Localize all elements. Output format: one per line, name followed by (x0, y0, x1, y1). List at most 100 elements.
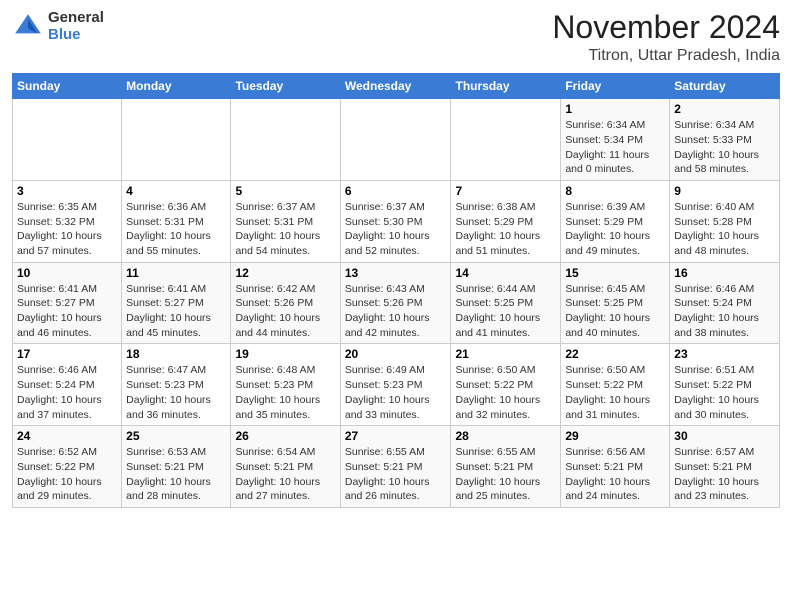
day-info: Sunrise: 6:50 AMSunset: 5:22 PMDaylight:… (455, 363, 556, 422)
calendar-week-row: 17 Sunrise: 6:46 AMSunset: 5:24 PMDayligh… (13, 344, 780, 426)
calendar-cell: 5Sunrise: 6:37 AMSunset: 5:31 PMDaylight… (231, 180, 340, 262)
day-info: Sunrise: 6:35 AMSunset: 5:32 PMDaylight:… (17, 200, 117, 259)
day-info: Sunrise: 6:55 AMSunset: 5:21 PMDaylight:… (455, 445, 556, 504)
day-info: Sunrise: 6:42 AMSunset: 5:26 PMDaylight:… (235, 282, 335, 341)
day-info: Sunrise: 6:40 AMSunset: 5:28 PMDaylight:… (674, 200, 775, 259)
page: General Blue November 2024 Titron, Uttar… (0, 0, 792, 518)
day-number: 17 (17, 347, 117, 361)
day-number: 26 (235, 429, 335, 443)
day-number: 10 (17, 266, 117, 280)
weekday-header: Monday (122, 74, 231, 99)
logo-blue: Blue (48, 27, 104, 44)
day-info: Sunrise: 6:38 AMSunset: 5:29 PMDaylight:… (455, 200, 556, 259)
day-number: 20 (345, 347, 447, 361)
day-number: 4 (126, 184, 226, 198)
day-info: Sunrise: 6:34 AMSunset: 5:33 PMDaylight:… (674, 118, 775, 177)
day-info: Sunrise: 6:41 AMSunset: 5:27 PMDaylight:… (126, 282, 226, 341)
calendar-week-row: 3 Sunrise: 6:35 AMSunset: 5:32 PMDaylight… (13, 180, 780, 262)
calendar-cell: 20Sunrise: 6:49 AMSunset: 5:23 PMDayligh… (340, 344, 451, 426)
calendar-cell: 23Sunrise: 6:51 AMSunset: 5:22 PMDayligh… (670, 344, 780, 426)
calendar-header-row: SundayMondayTuesdayWednesdayThursdayFrid… (13, 74, 780, 99)
day-number: 9 (674, 184, 775, 198)
day-info: Sunrise: 6:52 AMSunset: 5:22 PMDaylight:… (17, 445, 117, 504)
day-number: 3 (17, 184, 117, 198)
calendar-cell: 27 Sunrise: 6:55 AMSunset: 5:21 PMDayligh… (340, 426, 451, 508)
weekday-header: Tuesday (231, 74, 340, 99)
calendar-cell: 14 Sunrise: 6:44 AMSunset: 5:25 PMDayligh… (451, 262, 561, 344)
day-info: Sunrise: 6:43 AMSunset: 5:26 PMDaylight:… (345, 282, 447, 341)
day-number: 5 (235, 184, 335, 198)
calendar-cell (340, 99, 451, 181)
day-number: 14 (455, 266, 556, 280)
calendar-week-row: 1 Sunrise: 6:34 AMSunset: 5:34 PMDaylight… (13, 99, 780, 181)
weekday-header: Sunday (13, 74, 122, 99)
day-number: 6 (345, 184, 447, 198)
calendar-cell: 24 Sunrise: 6:52 AMSunset: 5:22 PMDayligh… (13, 426, 122, 508)
weekday-header: Saturday (670, 74, 780, 99)
calendar-week-row: 24 Sunrise: 6:52 AMSunset: 5:22 PMDayligh… (13, 426, 780, 508)
day-number: 18 (126, 347, 226, 361)
title-block: November 2024 Titron, Uttar Pradesh, Ind… (552, 10, 780, 65)
calendar-cell (122, 99, 231, 181)
calendar-cell: 10Sunrise: 6:41 AMSunset: 5:27 PMDayligh… (13, 262, 122, 344)
calendar-cell: 2 Sunrise: 6:34 AMSunset: 5:33 PMDaylight… (670, 99, 780, 181)
calendar-cell: 3 Sunrise: 6:35 AMSunset: 5:32 PMDaylight… (13, 180, 122, 262)
calendar-cell: 17 Sunrise: 6:46 AMSunset: 5:24 PMDayligh… (13, 344, 122, 426)
calendar-week-row: 10 Sunrise: 6:41 AMSunset: 5:27 PMDayligh… (13, 262, 780, 344)
calendar-cell: 16 Sunrise: 6:46 AMSunset: 5:24 PMDayligh… (670, 262, 780, 344)
calendar-cell: 29 Sunrise: 6:56 AMSunset: 5:21 PMDayligh… (561, 426, 670, 508)
calendar-table: SundayMondayTuesdayWednesdayThursdayFrid… (12, 73, 780, 508)
day-number: 15 (565, 266, 665, 280)
day-info: Sunrise: 6:56 AMSunset: 5:21 PMDaylight:… (565, 445, 665, 504)
day-number: 7 (455, 184, 556, 198)
logo-text: General Blue (48, 10, 104, 43)
day-info: Sunrise: 6:39 AMSunset: 5:29 PMDaylight:… (565, 200, 665, 259)
day-number: 1 (565, 102, 665, 116)
day-info: Sunrise: 6:34 AMSunset: 5:34 PMDaylight:… (565, 118, 665, 177)
day-info: Sunrise: 6:46 AMSunset: 5:24 PMDaylight:… (17, 363, 117, 422)
day-info: Sunrise: 6:37 AMSunset: 5:30 PMDaylight:… (345, 200, 447, 259)
day-info: Sunrise: 6:57 AMSunset: 5:21 PMDaylight:… (674, 445, 775, 504)
calendar-cell: 6 Sunrise: 6:37 AMSunset: 5:30 PMDaylight… (340, 180, 451, 262)
day-number: 2 (674, 102, 775, 116)
day-number: 27 (345, 429, 447, 443)
calendar-cell: 12Sunrise: 6:42 AMSunset: 5:26 PMDayligh… (231, 262, 340, 344)
day-number: 19 (235, 347, 335, 361)
day-info: Sunrise: 6:45 AMSunset: 5:25 PMDaylight:… (565, 282, 665, 341)
calendar-cell: 13 Sunrise: 6:43 AMSunset: 5:26 PMDayligh… (340, 262, 451, 344)
day-number: 29 (565, 429, 665, 443)
weekday-header: Friday (561, 74, 670, 99)
day-number: 30 (674, 429, 775, 443)
day-number: 13 (345, 266, 447, 280)
day-info: Sunrise: 6:47 AMSunset: 5:23 PMDaylight:… (126, 363, 226, 422)
day-info: Sunrise: 6:54 AMSunset: 5:21 PMDaylight:… (235, 445, 335, 504)
calendar-cell: 9 Sunrise: 6:40 AMSunset: 5:28 PMDaylight… (670, 180, 780, 262)
calendar-cell: 18 Sunrise: 6:47 AMSunset: 5:23 PMDayligh… (122, 344, 231, 426)
day-info: Sunrise: 6:48 AMSunset: 5:23 PMDaylight:… (235, 363, 335, 422)
day-number: 22 (565, 347, 665, 361)
day-number: 24 (17, 429, 117, 443)
day-info: Sunrise: 6:53 AMSunset: 5:21 PMDaylight:… (126, 445, 226, 504)
calendar-cell (451, 99, 561, 181)
header: General Blue November 2024 Titron, Uttar… (12, 10, 780, 65)
calendar-cell: 8Sunrise: 6:39 AMSunset: 5:29 PMDaylight… (561, 180, 670, 262)
day-number: 28 (455, 429, 556, 443)
logo-general: General (48, 10, 104, 27)
day-info: Sunrise: 6:55 AMSunset: 5:21 PMDaylight:… (345, 445, 447, 504)
day-info: Sunrise: 6:46 AMSunset: 5:24 PMDaylight:… (674, 282, 775, 341)
weekday-header: Wednesday (340, 74, 451, 99)
calendar-cell (231, 99, 340, 181)
calendar-cell: 22 Sunrise: 6:50 AMSunset: 5:22 PMDayligh… (561, 344, 670, 426)
day-info: Sunrise: 6:50 AMSunset: 5:22 PMDaylight:… (565, 363, 665, 422)
day-number: 16 (674, 266, 775, 280)
location-title: Titron, Uttar Pradesh, India (552, 47, 780, 65)
calendar-cell: 30 Sunrise: 6:57 AMSunset: 5:21 PMDayligh… (670, 426, 780, 508)
calendar-cell (13, 99, 122, 181)
calendar-cell: 21Sunrise: 6:50 AMSunset: 5:22 PMDayligh… (451, 344, 561, 426)
calendar-cell: 25Sunrise: 6:53 AMSunset: 5:21 PMDayligh… (122, 426, 231, 508)
day-info: Sunrise: 6:51 AMSunset: 5:22 PMDaylight:… (674, 363, 775, 422)
day-info: Sunrise: 6:44 AMSunset: 5:25 PMDaylight:… (455, 282, 556, 341)
calendar-cell: 7 Sunrise: 6:38 AMSunset: 5:29 PMDaylight… (451, 180, 561, 262)
logo: General Blue (12, 10, 104, 43)
logo-icon (12, 11, 44, 43)
